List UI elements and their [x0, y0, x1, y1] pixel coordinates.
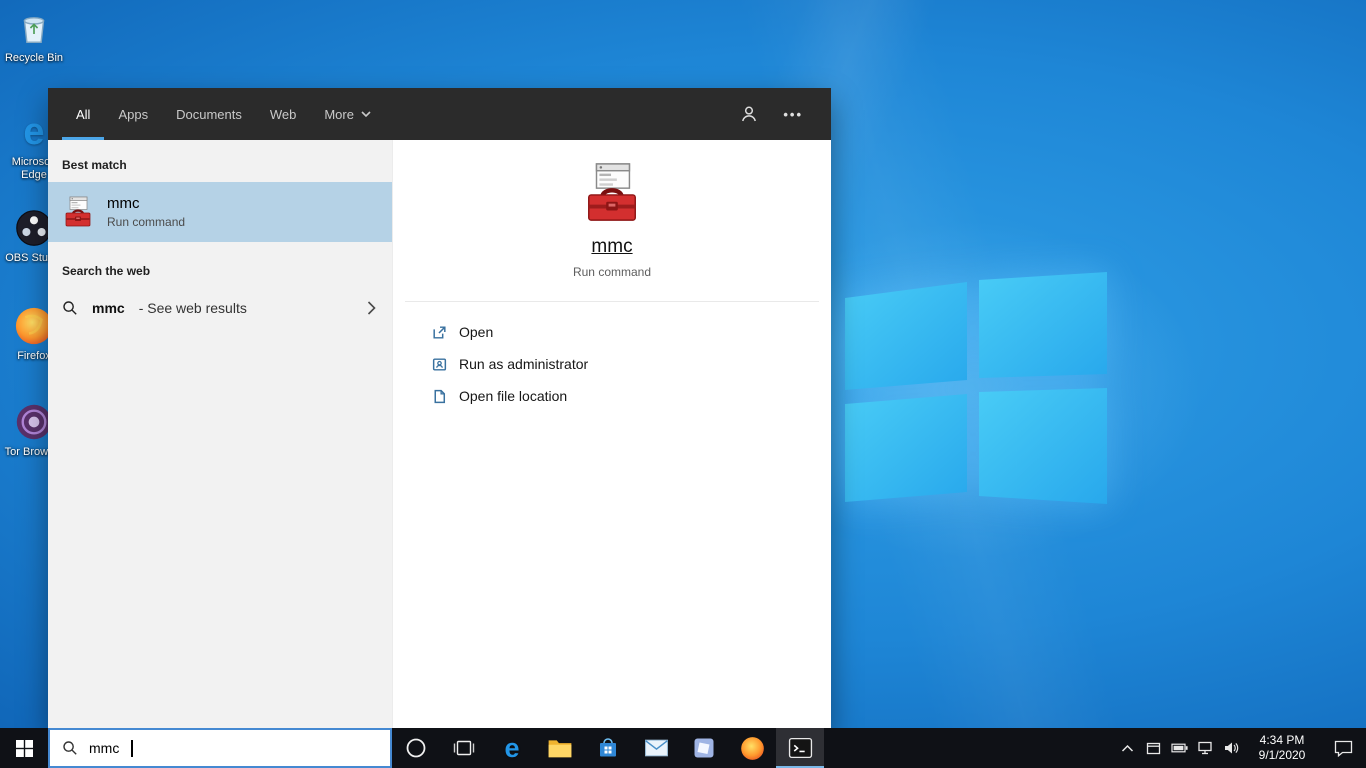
- file-explorer-icon: [548, 740, 572, 758]
- search-tabs: All Apps Documents Web More: [48, 88, 385, 140]
- tab-more[interactable]: More: [310, 88, 385, 140]
- volume-button[interactable]: [1218, 728, 1244, 768]
- start-button[interactable]: [0, 728, 48, 768]
- windows-start-icon: [15, 739, 33, 757]
- app-icon: [694, 738, 714, 758]
- open-file-location-icon: [434, 389, 446, 403]
- windows-logo: [845, 272, 1107, 504]
- best-match-result[interactable]: mmc Run command: [48, 182, 392, 242]
- preview-title[interactable]: mmc: [591, 236, 632, 258]
- chevron-right-icon[interactable]: [367, 301, 376, 315]
- tray-app-button[interactable]: [1140, 728, 1166, 768]
- search-header: All Apps Documents Web More •••: [48, 88, 831, 140]
- task-view-button[interactable]: [440, 728, 488, 768]
- search-icon: [63, 301, 77, 315]
- chevron-up-icon: [1121, 744, 1133, 752]
- tab-label: More: [324, 106, 354, 122]
- mmc-icon: [65, 196, 91, 227]
- search-the-web-header: Search the web: [62, 264, 151, 278]
- taskbar-app-microsoft-store[interactable]: [584, 728, 632, 768]
- tab-label: Apps: [118, 106, 149, 122]
- run-as-admin-icon: [432, 357, 447, 371]
- result-subtitle: Run command: [107, 215, 186, 229]
- tab-apps[interactable]: Apps: [104, 88, 162, 140]
- tab-web[interactable]: Web: [256, 88, 311, 140]
- recycle-bin-icon: [14, 8, 54, 48]
- action-run-as-administrator[interactable]: Run as administrator: [431, 348, 831, 380]
- battery-button[interactable]: [1166, 728, 1192, 768]
- cortana-icon: [406, 738, 426, 758]
- cortana-button[interactable]: [392, 728, 440, 768]
- web-search-result[interactable]: mmc - See web results: [48, 288, 392, 328]
- taskbar-clock[interactable]: 4:34 PM 9/1/2020: [1244, 728, 1320, 768]
- microsoft-edge-icon: e: [504, 732, 520, 763]
- result-title: mmc: [107, 195, 140, 212]
- firefox-icon: [740, 736, 764, 760]
- task-view-icon: [453, 740, 475, 756]
- desktop-icon-label: Firefox: [17, 350, 51, 362]
- divider: [405, 301, 819, 302]
- clock-date: 9/1/2020: [1258, 748, 1306, 762]
- preview-subtitle: Run command: [572, 265, 652, 279]
- text-caret: [131, 739, 133, 757]
- tab-label: Documents: [176, 106, 242, 122]
- network-ethernet-icon: [1198, 741, 1212, 755]
- best-match-text: mmc Run command: [107, 195, 185, 229]
- taskbar-app-edge[interactable]: e: [488, 728, 536, 768]
- action-open[interactable]: Open: [431, 316, 831, 348]
- search-preview-pane: mmc Run command Open Run as administrato…: [392, 140, 831, 728]
- tab-all[interactable]: All: [62, 88, 105, 140]
- action-center-button[interactable]: [1320, 728, 1366, 768]
- desktop-icon-recycle-bin[interactable]: Recycle Bin: [2, 8, 66, 65]
- tab-label: Web: [269, 106, 297, 122]
- tray-app-window-icon: [1146, 742, 1160, 754]
- search-flyout: All Apps Documents Web More ••• Best mat…: [48, 88, 831, 728]
- search-input-value: mmc: [89, 740, 120, 756]
- tab-documents[interactable]: Documents: [162, 88, 256, 140]
- windows-desktop: Recycle Bin e Microsoft Edge OBS Studio: [0, 0, 1366, 768]
- taskbar: mmc e 4:34 PM 9/1/2020: [0, 728, 1366, 768]
- tab-label: All: [76, 106, 91, 122]
- tray-chevron-button[interactable]: [1114, 728, 1140, 768]
- web-query-suffix: - See web results: [138, 300, 247, 316]
- action-label: Run as administrator: [459, 356, 589, 372]
- search-icon: [63, 741, 77, 755]
- action-label: Open file location: [459, 388, 568, 404]
- clock-time: 4:34 PM: [1259, 733, 1305, 747]
- action-open-file-location[interactable]: Open file location: [431, 380, 831, 412]
- search-header-actions: •••: [739, 104, 831, 124]
- action-center-icon: [1334, 740, 1352, 757]
- web-query: mmc: [92, 300, 125, 316]
- mail-icon: [644, 739, 668, 757]
- taskbar-search-input[interactable]: mmc: [48, 728, 392, 768]
- taskbar-app-command-prompt[interactable]: [776, 728, 824, 768]
- mmc-icon-large: [588, 163, 636, 221]
- chevron-down-icon: [361, 110, 371, 117]
- taskbar-app-firefox[interactable]: [728, 728, 776, 768]
- system-tray: 4:34 PM 9/1/2020: [1114, 728, 1366, 768]
- taskbar-app-mail[interactable]: [632, 728, 680, 768]
- battery-icon: [1170, 743, 1188, 753]
- network-button[interactable]: [1192, 728, 1218, 768]
- more-options-icon[interactable]: •••: [783, 107, 803, 122]
- action-label: Open: [459, 324, 494, 340]
- search-results-list: Best match mmc Run command Search the we…: [48, 140, 392, 728]
- volume-icon: [1225, 742, 1239, 754]
- taskbar-app-blue-tile[interactable]: [680, 728, 728, 768]
- microsoft-store-icon: [600, 738, 616, 757]
- search-body: Best match mmc Run command Search the we…: [48, 140, 831, 728]
- command-prompt-icon: [788, 737, 812, 759]
- preview-actions: Open Run as administrator Open file loca…: [393, 308, 831, 412]
- sign-in-person-icon[interactable]: [739, 104, 759, 124]
- best-match-header: Best match: [62, 158, 127, 172]
- desktop-icon-label: Recycle Bin: [4, 52, 64, 64]
- open-icon: [433, 325, 446, 339]
- taskbar-app-file-explorer[interactable]: [536, 728, 584, 768]
